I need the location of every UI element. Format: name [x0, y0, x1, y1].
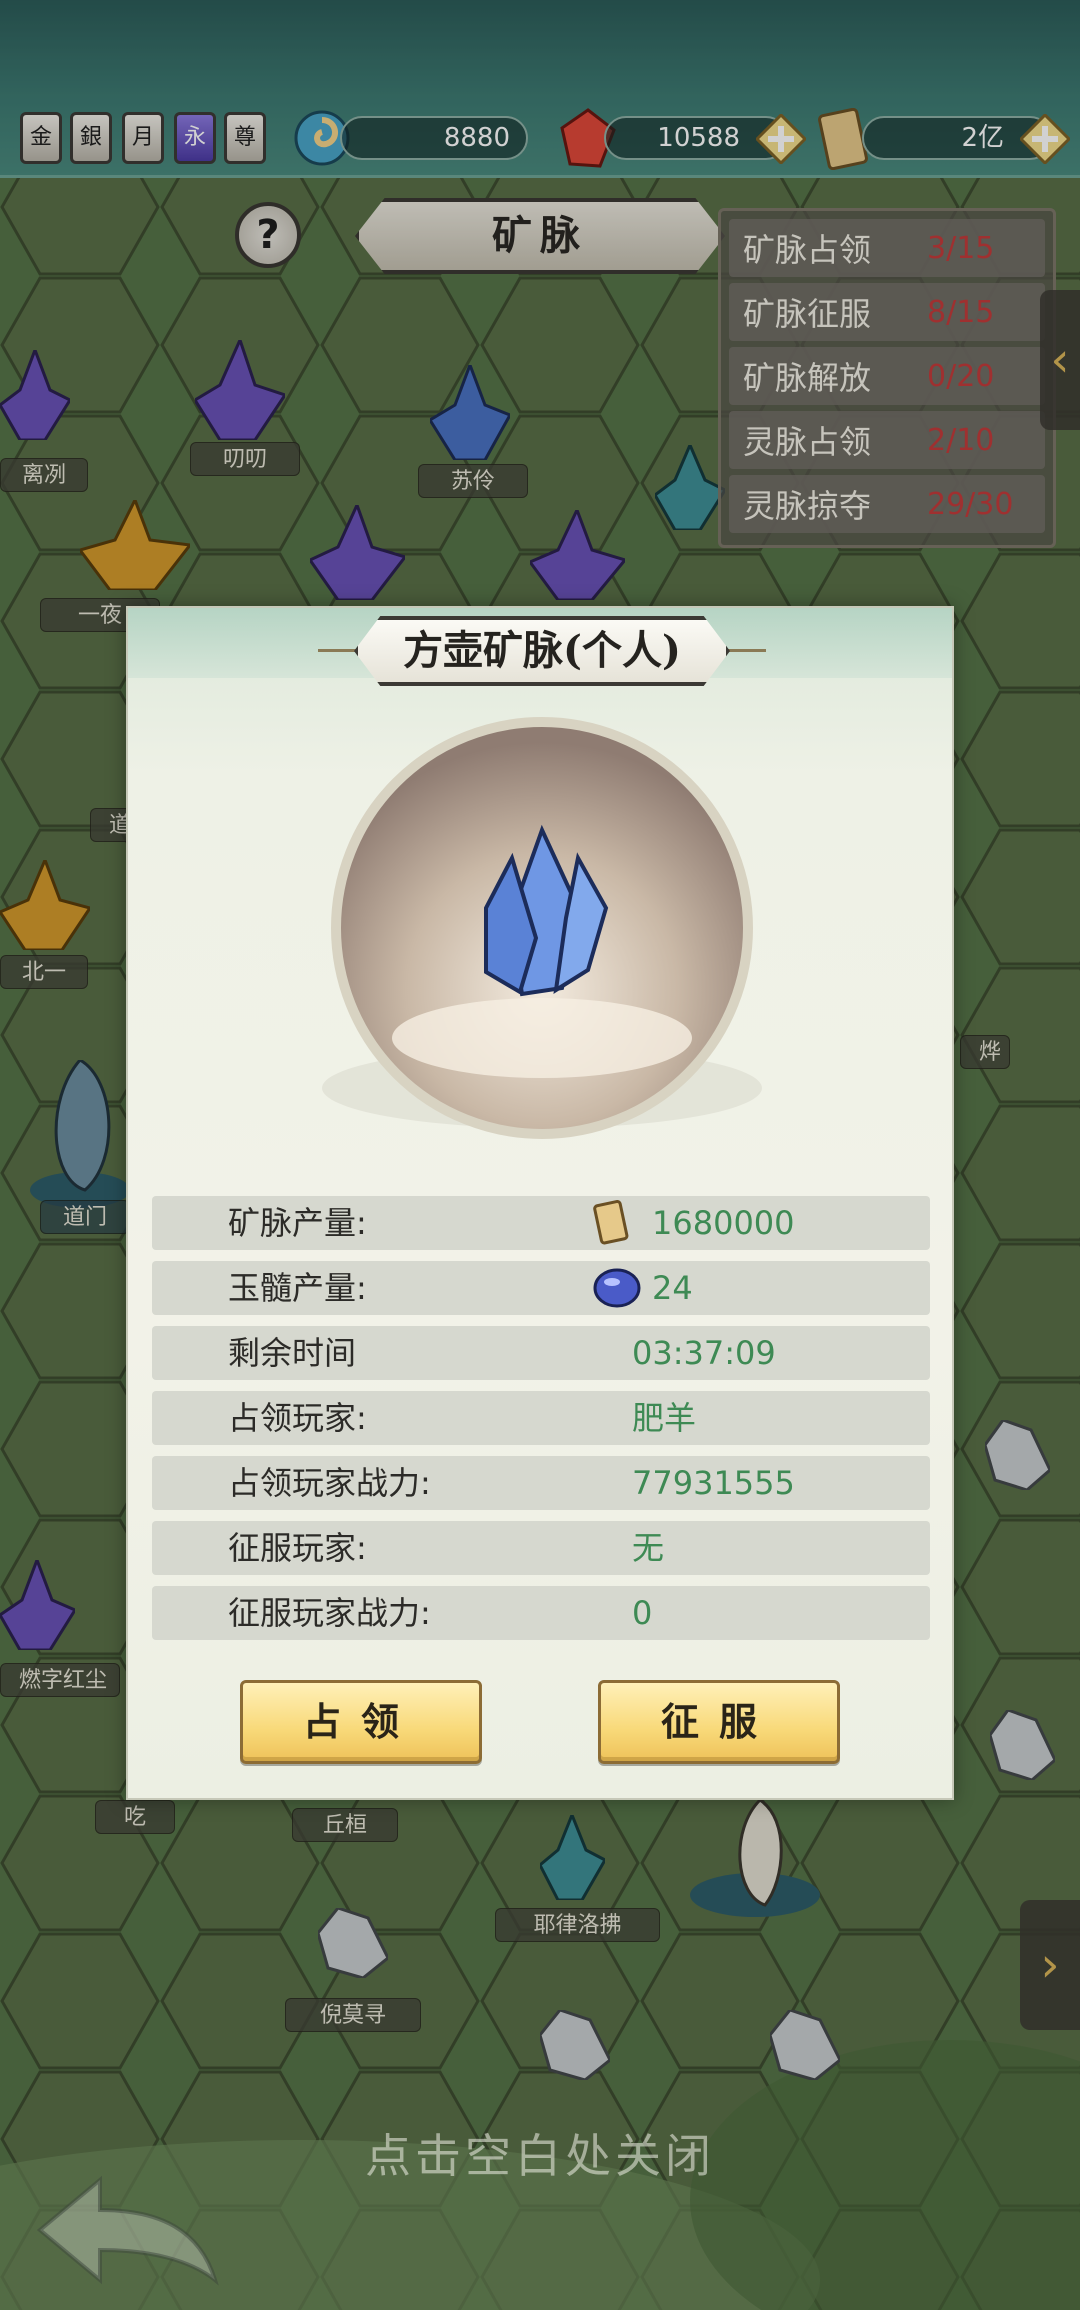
row-value: 1680000 [652, 1204, 795, 1242]
modal-title: 方壶矿脉(个人) [354, 616, 730, 686]
row-label: 征服玩家战力: [228, 1594, 431, 1632]
row-label: 剩余时间 [228, 1334, 357, 1372]
row-label: 占领玩家: [228, 1399, 367, 1437]
row-label: 占领玩家战力: [228, 1464, 431, 1502]
row-value: 无 [632, 1529, 665, 1567]
conqueror-power-row: 征服玩家战力: 0 [152, 1586, 930, 1640]
output-row: 矿脉产量: 1680000 [152, 1196, 930, 1250]
row-label: 玉髓产量: [228, 1269, 367, 1307]
row-value: 77931555 [632, 1464, 795, 1502]
row-value: 0 [632, 1594, 653, 1632]
occupant-power-row: 占领玩家战力: 77931555 [152, 1456, 930, 1510]
blue-crystal-icon [322, 717, 762, 1139]
occupy-button[interactable]: 占领 [240, 1680, 482, 1764]
row-label: 矿脉产量: [228, 1204, 367, 1242]
conqueror-row: 征服玩家: 无 [152, 1521, 930, 1575]
row-label: 征服玩家: [228, 1529, 367, 1567]
row-value: 03:37:09 [632, 1334, 776, 1372]
remaining-time-row: 剩余时间 03:37:09 [152, 1326, 930, 1380]
scroll-icon [593, 1200, 629, 1245]
back-arrow-icon[interactable] [30, 2170, 230, 2290]
row-value: 肥羊 [632, 1399, 697, 1437]
mine-detail-modal: 方壶矿脉(个人) 矿脉产量: 1680000 玉髓产量: 24 剩余时间 03:… [126, 606, 954, 1800]
conquer-button[interactable]: 征服 [598, 1680, 840, 1764]
jade-icon [593, 1268, 641, 1308]
jade-output-row: 玉髓产量: 24 [152, 1261, 930, 1315]
occupant-row: 占领玩家: 肥羊 [152, 1391, 930, 1445]
row-value: 24 [652, 1269, 693, 1307]
